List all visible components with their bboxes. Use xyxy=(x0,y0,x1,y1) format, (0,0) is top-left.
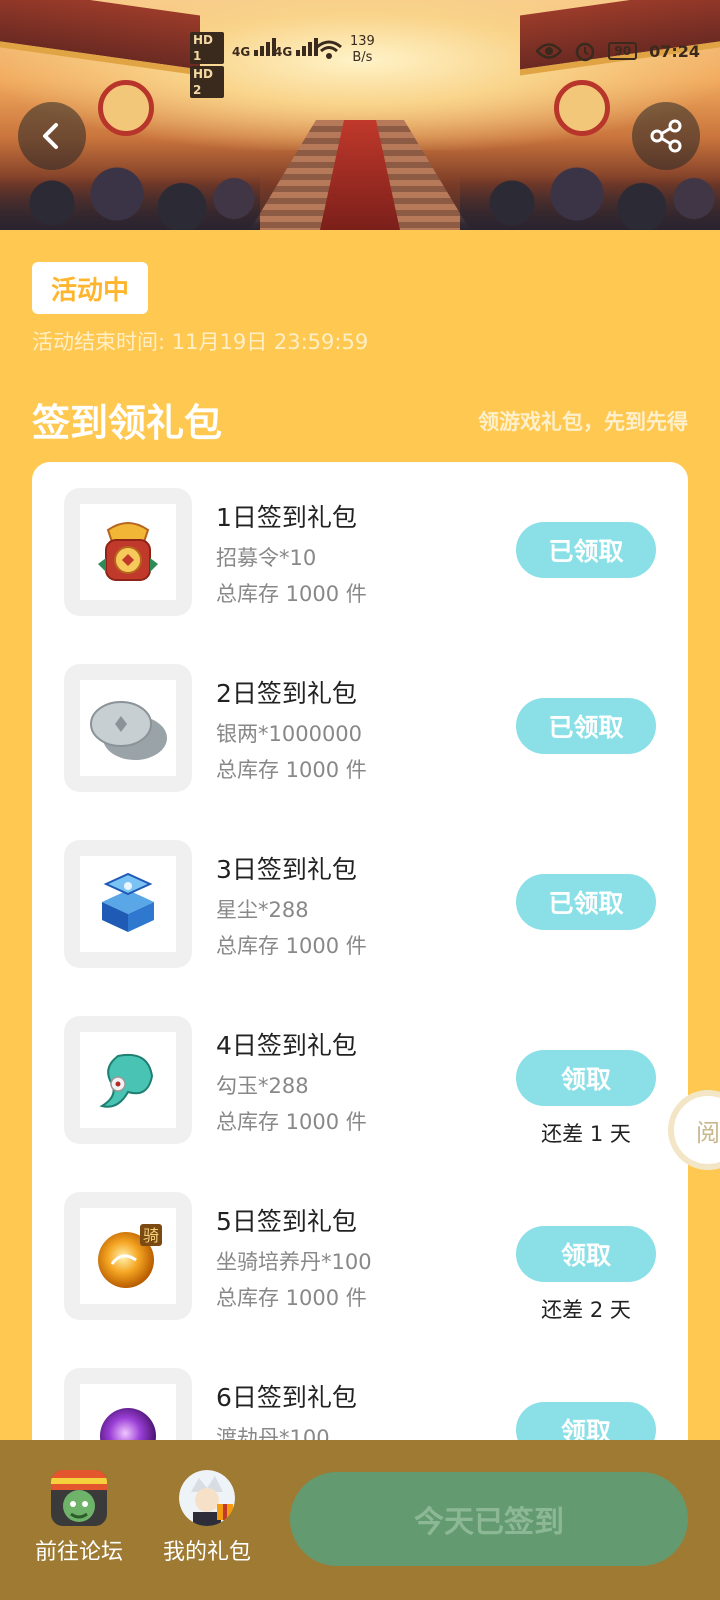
gift-title: 1日签到礼包 xyxy=(216,503,357,532)
wifi-icon xyxy=(316,40,342,63)
share-icon xyxy=(650,119,682,153)
svg-text:骑: 骑 xyxy=(143,1226,159,1245)
gift-thumbnail xyxy=(64,840,192,968)
magatama-icon xyxy=(99,1054,154,1108)
gift-row: 1日签到礼包 招募令*10 总库存 1000 件 已领取 xyxy=(32,462,688,616)
forum-icon xyxy=(51,1470,107,1526)
gift-row: 4日签到礼包 勾玉*288 总库存 1000 件 领取 还差 1 天 xyxy=(32,990,688,1146)
gift-title: 4日签到礼包 xyxy=(216,1031,357,1060)
my-gifts-avatar-icon xyxy=(179,1470,235,1526)
gift-item: 银两*1000000 xyxy=(216,722,363,746)
section-title: 签到领礼包 xyxy=(32,401,223,445)
claimed-button[interactable]: 已领取 xyxy=(516,522,656,578)
days-remaining: 还差 2 天 xyxy=(541,1298,631,1322)
activity-end-time: 活动结束时间: 11月19日 23:59:59 xyxy=(32,330,369,354)
my-gifts-label: 我的礼包 xyxy=(162,1540,251,1565)
chevron-left-icon xyxy=(43,123,58,149)
claimed-button[interactable]: 已领取 xyxy=(516,698,656,754)
gift-list: 1日签到礼包 招募令*10 总库存 1000 件 已领取 2日签到礼包 银两*1… xyxy=(32,462,688,1462)
claimed-button[interactable]: 已领取 xyxy=(516,874,656,930)
gift-thumbnail xyxy=(64,1016,192,1144)
banner-drum-right xyxy=(554,80,610,136)
gift-thumbnail xyxy=(64,664,192,792)
gift-stock: 总库存 1000 件 xyxy=(216,1286,367,1310)
gift-title: 5日签到礼包 xyxy=(216,1207,357,1236)
silver-coin-icon xyxy=(90,701,167,760)
claim-button[interactable]: 领取 xyxy=(516,1226,656,1282)
gift-row: 3日签到礼包 星尘*288 总库存 1000 件 已领取 xyxy=(32,814,688,968)
alarm-icon xyxy=(576,42,595,62)
forum-label: 前往论坛 xyxy=(34,1540,123,1565)
recruit-token-icon xyxy=(98,522,158,581)
gift-item: 招募令*10 xyxy=(216,546,317,570)
hd1-badge: HD 1 xyxy=(190,32,224,64)
gift-stock: 总库存 1000 件 xyxy=(216,758,367,782)
mount-pill-icon: 骑 xyxy=(98,1224,162,1288)
gift-stock: 总库存 1000 件 xyxy=(216,934,367,958)
forum-button[interactable]: 前往论坛 xyxy=(24,1470,134,1566)
banner-drum-left xyxy=(98,80,154,136)
gift-item: 勾玉*288 xyxy=(216,1074,309,1098)
hd2-badge: HD 2 xyxy=(190,66,224,98)
header-banner: HD 1 HD 2 4G 4G 139 B/s 90 07:24 xyxy=(0,0,720,230)
status-right: 90 07:24 xyxy=(536,40,700,62)
gift-item: 星尘*288 xyxy=(216,898,309,922)
gift-thumbnail: 骑 xyxy=(64,1192,192,1320)
bottom-bar: 前往论坛 我的礼包 今天已签到 xyxy=(0,1440,720,1600)
share-button[interactable] xyxy=(632,102,700,170)
clock: 07:24 xyxy=(649,41,700,61)
stardust-chest-icon xyxy=(102,872,154,932)
back-button[interactable] xyxy=(18,102,86,170)
claim-button[interactable]: 领取 xyxy=(516,1050,656,1106)
activity-status-badge: 活动中 xyxy=(32,262,148,314)
hd-indicators: HD 1 HD 2 xyxy=(190,32,224,100)
gift-title: 3日签到礼包 xyxy=(216,855,357,884)
my-gifts-button[interactable]: 我的礼包 xyxy=(152,1470,262,1566)
signal-icon: 4G xyxy=(232,38,278,59)
gift-stock: 总库存 1000 件 xyxy=(216,1110,367,1134)
gift-row: 骑 5日签到礼包 坐骑培养丹*100 总库存 1000 件 领取 还差 2 天 xyxy=(32,1166,688,1322)
gift-title: 6日签到礼包 xyxy=(216,1383,357,1412)
gift-item: 坐骑培养丹*100 xyxy=(216,1250,372,1274)
eye-icon xyxy=(536,43,563,59)
gift-title: 2日签到礼包 xyxy=(216,679,357,708)
battery-indicator: 90 xyxy=(608,42,638,60)
status-bar: HD 1 HD 2 4G 4G 139 B/s 90 07:24 xyxy=(0,30,720,98)
signal-icon-2: 4G xyxy=(274,38,320,59)
network-speed: 139 B/s xyxy=(350,34,375,65)
gift-stock: 总库存 1000 件 xyxy=(216,582,367,606)
signed-today-button[interactable]: 今天已签到 xyxy=(290,1472,688,1566)
section-subtitle: 领游戏礼包，先到先得 xyxy=(478,410,688,434)
days-remaining: 还差 1 天 xyxy=(541,1122,631,1146)
gift-row: 2日签到礼包 银两*1000000 总库存 1000 件 已领取 xyxy=(32,638,688,792)
gift-thumbnail xyxy=(64,488,192,616)
